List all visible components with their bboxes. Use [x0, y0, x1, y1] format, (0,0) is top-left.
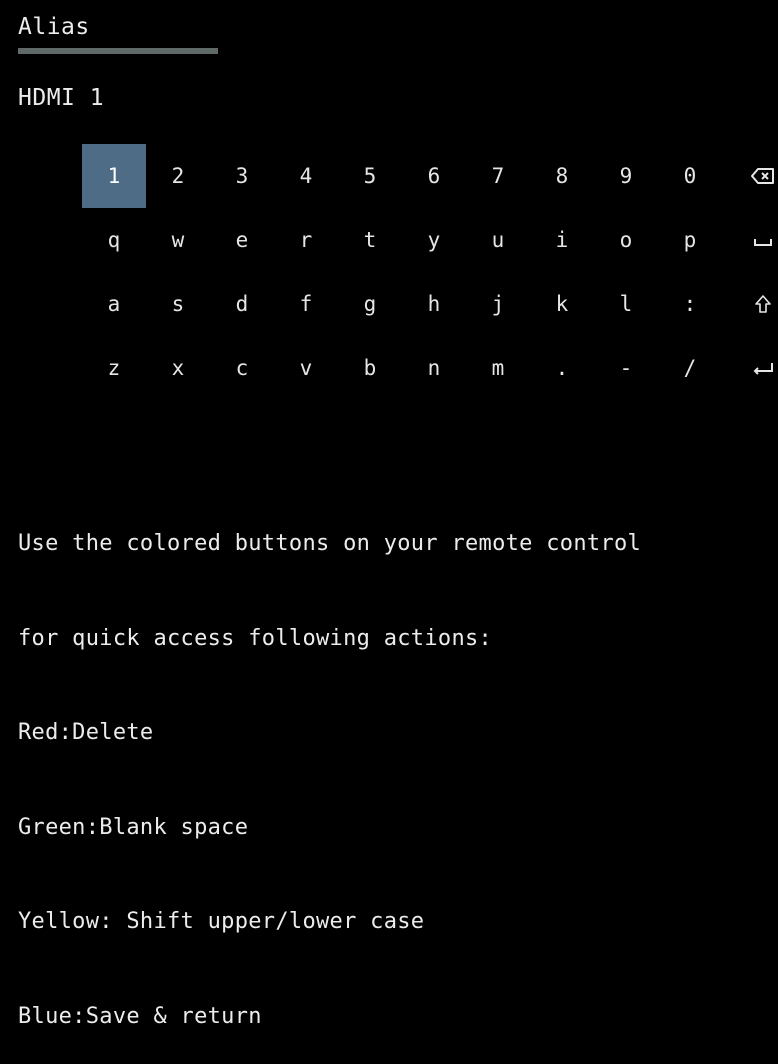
key-1-2[interactable]: e	[210, 208, 274, 272]
key-1-3[interactable]: r	[274, 208, 338, 272]
key-0-9[interactable]: 0	[658, 144, 722, 208]
key-0-1[interactable]: 2	[146, 144, 210, 208]
key-3-2[interactable]: c	[210, 336, 274, 400]
instructions-line-2: for quick access following actions:	[18, 625, 493, 651]
space-icon	[754, 239, 772, 246]
key-2-8[interactable]: l	[594, 272, 658, 336]
key-3-8[interactable]: -	[594, 336, 658, 400]
key-1-9[interactable]: p	[658, 208, 722, 272]
instructions-yellow: Yellow: Shift upper/lower case	[18, 909, 425, 934]
key-0-8[interactable]: 9	[594, 144, 658, 208]
instructions-red: Red:Delete	[18, 720, 154, 745]
key-1-8[interactable]: o	[594, 208, 658, 272]
key-2-5[interactable]: h	[402, 272, 466, 336]
key-1-5[interactable]: y	[402, 208, 466, 272]
key-2-7[interactable]: k	[530, 272, 594, 336]
instructions-blue: Blue:Save & return	[18, 1003, 262, 1029]
key-1-1[interactable]: w	[146, 208, 210, 272]
key-3-7[interactable]: .	[530, 336, 594, 400]
key-2-1[interactable]: s	[146, 272, 210, 336]
key-0-3[interactable]: 4	[274, 144, 338, 208]
key-3-1[interactable]: x	[146, 336, 210, 400]
key-3-3[interactable]: v	[274, 336, 338, 400]
key-0-7[interactable]: 8	[530, 144, 594, 208]
key-1-0[interactable]: q	[82, 208, 146, 272]
enter-key[interactable]	[738, 336, 778, 400]
key-3-5[interactable]: n	[402, 336, 466, 400]
key-0-4[interactable]: 5	[338, 144, 402, 208]
key-3-9[interactable]: /	[658, 336, 722, 400]
title-underline	[18, 48, 218, 54]
key-1-6[interactable]: u	[466, 208, 530, 272]
key-2-3[interactable]: f	[274, 272, 338, 336]
key-0-2[interactable]: 3	[210, 144, 274, 208]
key-0-0[interactable]: 1	[82, 144, 146, 208]
key-0-6[interactable]: 7	[466, 144, 530, 208]
key-3-4[interactable]: b	[338, 336, 402, 400]
key-2-0[interactable]: a	[82, 272, 146, 336]
key-1-4[interactable]: t	[338, 208, 402, 272]
key-3-0[interactable]: z	[82, 336, 146, 400]
backspace-key[interactable]	[738, 144, 778, 208]
onscreen-keyboard: 1 2 3 4 5 6 7 8 9 0 q w e r t y u i o p a s d f g h j k l: z x c v b n m. - /	[82, 144, 778, 400]
instructions-line-1: Use the colored buttons on your remote c…	[18, 531, 642, 556]
shift-key[interactable]	[738, 272, 778, 336]
instructions-green: Green:Blank space	[18, 814, 249, 840]
key-2-2[interactable]: d	[210, 272, 274, 336]
key-2-6[interactable]: j	[466, 272, 530, 336]
instructions-panel: Use the colored buttons on your remote c…	[18, 465, 641, 1064]
space-key[interactable]	[738, 208, 778, 272]
alias-input-value[interactable]: HDMI 1	[18, 85, 104, 111]
key-3-6[interactable]: m	[466, 336, 530, 400]
enter-icon	[753, 363, 773, 375]
shift-icon	[755, 295, 771, 313]
key-2-9[interactable]: :	[658, 272, 722, 336]
page-title: Alias	[18, 14, 90, 40]
key-2-4[interactable]: g	[338, 272, 402, 336]
backspace-icon	[751, 168, 774, 184]
key-1-7[interactable]: i	[530, 208, 594, 272]
key-0-5[interactable]: 6	[402, 144, 466, 208]
